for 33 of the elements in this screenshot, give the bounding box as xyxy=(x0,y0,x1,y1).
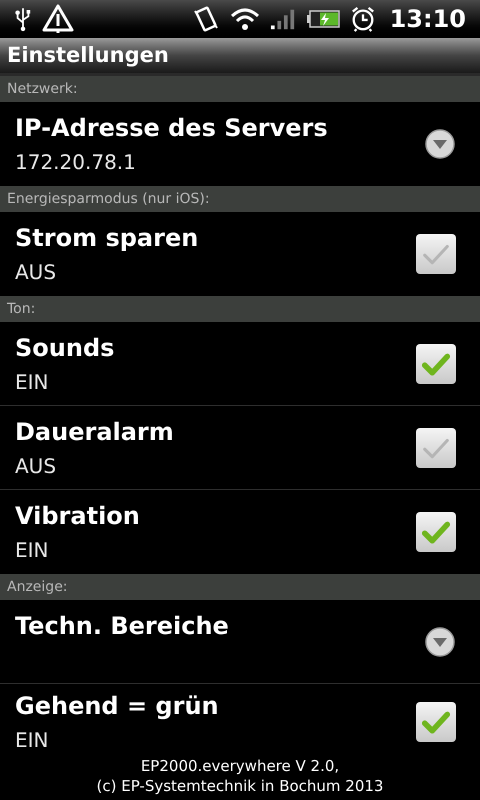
preference-summary: EIN xyxy=(15,538,50,562)
preference-title: Techn. Bereiche xyxy=(15,612,230,640)
checkbox[interactable] xyxy=(416,702,456,742)
preference-summary: EIN xyxy=(15,370,50,394)
preference-title: Daueralarm xyxy=(15,418,175,446)
preference-summary: AUS xyxy=(15,260,58,284)
footer-text: (c) EP-Systemtechnik in Bochum 2013 xyxy=(96,776,384,796)
checkbox[interactable] xyxy=(416,512,456,552)
checkbox[interactable] xyxy=(416,344,456,384)
section-header: Energiesparmodus (nur iOS): xyxy=(0,186,480,212)
preference-title: Vibration xyxy=(15,502,141,530)
alarm-clock-icon xyxy=(350,6,376,32)
section-header: Ton: xyxy=(0,296,480,322)
preference-title: Gehend = grün xyxy=(15,692,220,720)
signal-icon xyxy=(270,7,296,31)
preference-title: Sounds xyxy=(15,334,116,362)
usb-icon xyxy=(14,6,32,32)
preference-summary: AUS xyxy=(15,454,58,478)
preference-summary: EIN xyxy=(15,728,50,752)
preference-title: Strom sparen xyxy=(15,224,200,252)
wifi-icon xyxy=(230,6,260,32)
battery-charging-icon xyxy=(306,9,340,29)
checkbox[interactable] xyxy=(416,234,456,274)
clock-time: 13:10 xyxy=(390,4,466,35)
footer-text: EP2000.everywhere V 2.0, xyxy=(140,756,340,776)
warning-icon xyxy=(42,4,74,34)
section-header: Anzeige: xyxy=(0,574,480,600)
vibrate-icon xyxy=(192,5,220,33)
preference-summary: 172.20.78.1 xyxy=(15,150,137,174)
screen-title: Einstellungen xyxy=(7,42,169,69)
section-header: Netzwerk: xyxy=(0,76,480,102)
preference-title: IP-Adresse des Servers xyxy=(15,114,329,142)
checkbox[interactable] xyxy=(416,428,456,468)
